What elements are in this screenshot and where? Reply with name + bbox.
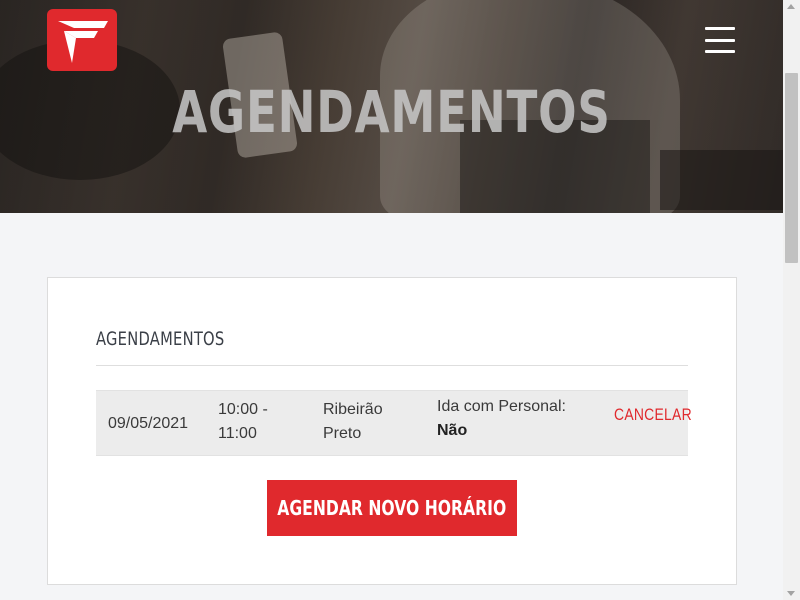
appointments-card: AGENDAMENTOS 09/05/2021 10:00 - 11:00 Ri… (47, 277, 737, 585)
page-scrollbar[interactable] (783, 0, 800, 600)
scroll-down-icon[interactable] (787, 591, 795, 596)
menu-bar (705, 50, 735, 53)
appointment-location: Ribeirão Preto (323, 401, 383, 442)
brand-logo-icon[interactable] (47, 9, 117, 71)
appointment-row: 09/05/2021 10:00 - 11:00 Ribeirão Preto … (96, 390, 692, 456)
menu-bar (705, 38, 735, 42)
appointment-personal: Ida com Personal: Não (437, 395, 566, 443)
page-title: AGENDAMENTOS (172, 78, 611, 146)
divider (96, 365, 688, 366)
cancel-appointment-button[interactable]: CANCELAR (614, 403, 692, 427)
schedule-new-button-label: AGENDAR NOVO HORÁRIO (277, 496, 507, 520)
section-title: AGENDAMENTOS (96, 328, 225, 350)
hero-background-shape (660, 150, 783, 210)
menu-bar (705, 27, 735, 30)
appointment-date: 09/05/2021 (108, 415, 189, 432)
scrollbar-thumb[interactable] (785, 73, 798, 263)
hero-banner: AGENDAMENTOS (0, 0, 783, 213)
appointment-time: 10:00 - 11:00 (218, 401, 268, 442)
hamburger-menu-icon[interactable] (705, 27, 735, 53)
scroll-up-icon[interactable] (787, 4, 795, 9)
personal-value: Não (437, 422, 468, 439)
personal-label: Ida com Personal: (437, 398, 566, 415)
brand-logo-icon (58, 21, 108, 63)
schedule-new-button[interactable]: AGENDAR NOVO HORÁRIO (267, 480, 517, 536)
